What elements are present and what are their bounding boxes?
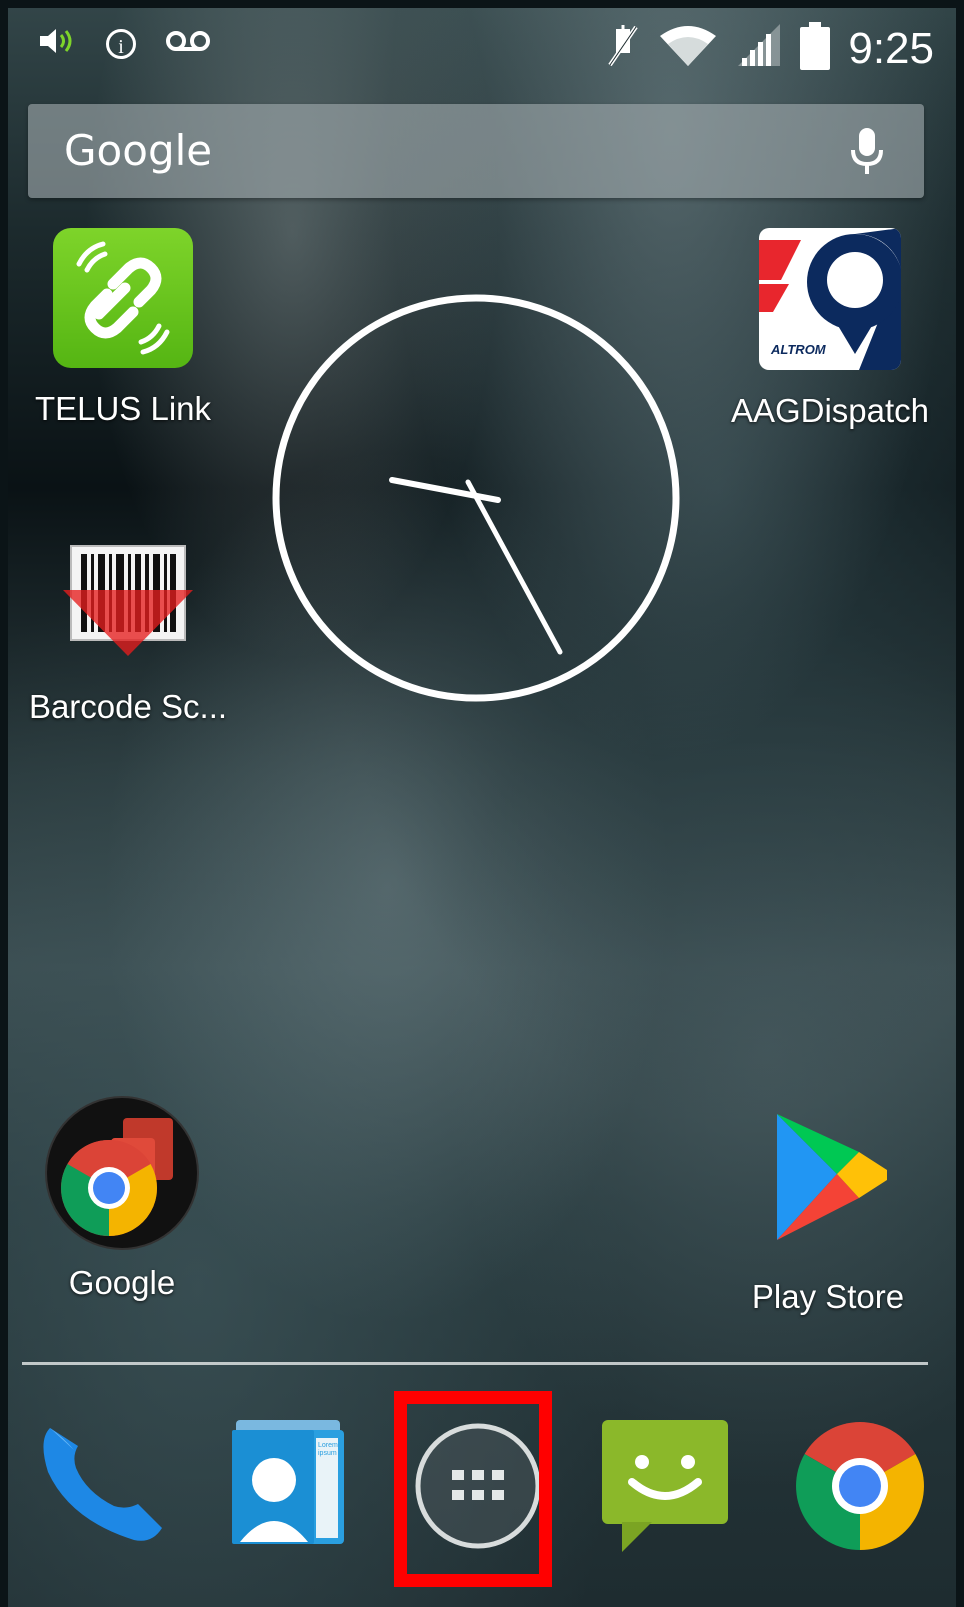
dock-divider — [22, 1362, 928, 1365]
google-search-bar[interactable]: Google — [28, 104, 924, 198]
google-folder-icon — [47, 1098, 197, 1248]
app-google-folder[interactable]: Google — [32, 1098, 212, 1302]
app-aag-dispatch[interactable]: ALTROM AAGDispatch — [720, 228, 940, 430]
app-telus-link[interactable]: TELUS Link — [28, 228, 218, 428]
volume-icon — [38, 26, 78, 61]
status-bar: i 9:25 — [8, 8, 956, 84]
analog-clock-widget[interactable] — [270, 292, 682, 704]
app-label: Barcode Sc... — [28, 688, 228, 725]
aag-dispatch-icon: ALTROM — [759, 228, 901, 370]
play-store-icon — [763, 1108, 893, 1248]
aag-logo-text: ALTROM — [771, 342, 826, 357]
mute-icon — [606, 23, 640, 74]
dock-messaging-button[interactable] — [598, 1410, 738, 1552]
signal-icon — [736, 24, 782, 73]
wifi-icon — [658, 24, 718, 73]
chrome-icon — [796, 1422, 924, 1550]
battery-icon — [800, 22, 831, 75]
info-icon: i — [106, 28, 136, 59]
home-screen: i 9:25 Google TELUS Link ALTROM AAGDispa… — [8, 8, 956, 1607]
app-label: Google — [68, 1264, 176, 1301]
phone-icon — [43, 1428, 162, 1541]
contacts-icon — [232, 1420, 344, 1544]
contacts-card-text: Lorem ipsum — [318, 1442, 338, 1457]
dock-chrome-button[interactable] — [790, 1410, 930, 1550]
search-label: Google — [64, 126, 213, 175]
voicemail-icon — [164, 28, 212, 59]
dock: Lorem ipsum — [8, 1388, 956, 1607]
messaging-icon — [602, 1420, 728, 1552]
hour-hand — [389, 477, 501, 503]
app-label: TELUS Link — [34, 390, 212, 427]
app-play-store[interactable]: Play Store — [738, 1108, 918, 1316]
app-label: Play Store — [751, 1278, 905, 1315]
telus-link-icon — [53, 228, 193, 368]
app-label: AAGDispatch — [730, 392, 930, 429]
barcode-scanner-icon — [63, 538, 193, 668]
dock-phone-button[interactable] — [30, 1410, 170, 1550]
dock-contacts-button[interactable]: Lorem ipsum — [218, 1410, 358, 1550]
minute-hand — [465, 479, 563, 655]
app-barcode-scanner[interactable]: Barcode Sc... — [18, 538, 238, 726]
highlight-box — [394, 1391, 552, 1587]
mic-icon[interactable] — [850, 128, 884, 181]
status-time: 9:25 — [848, 23, 934, 73]
